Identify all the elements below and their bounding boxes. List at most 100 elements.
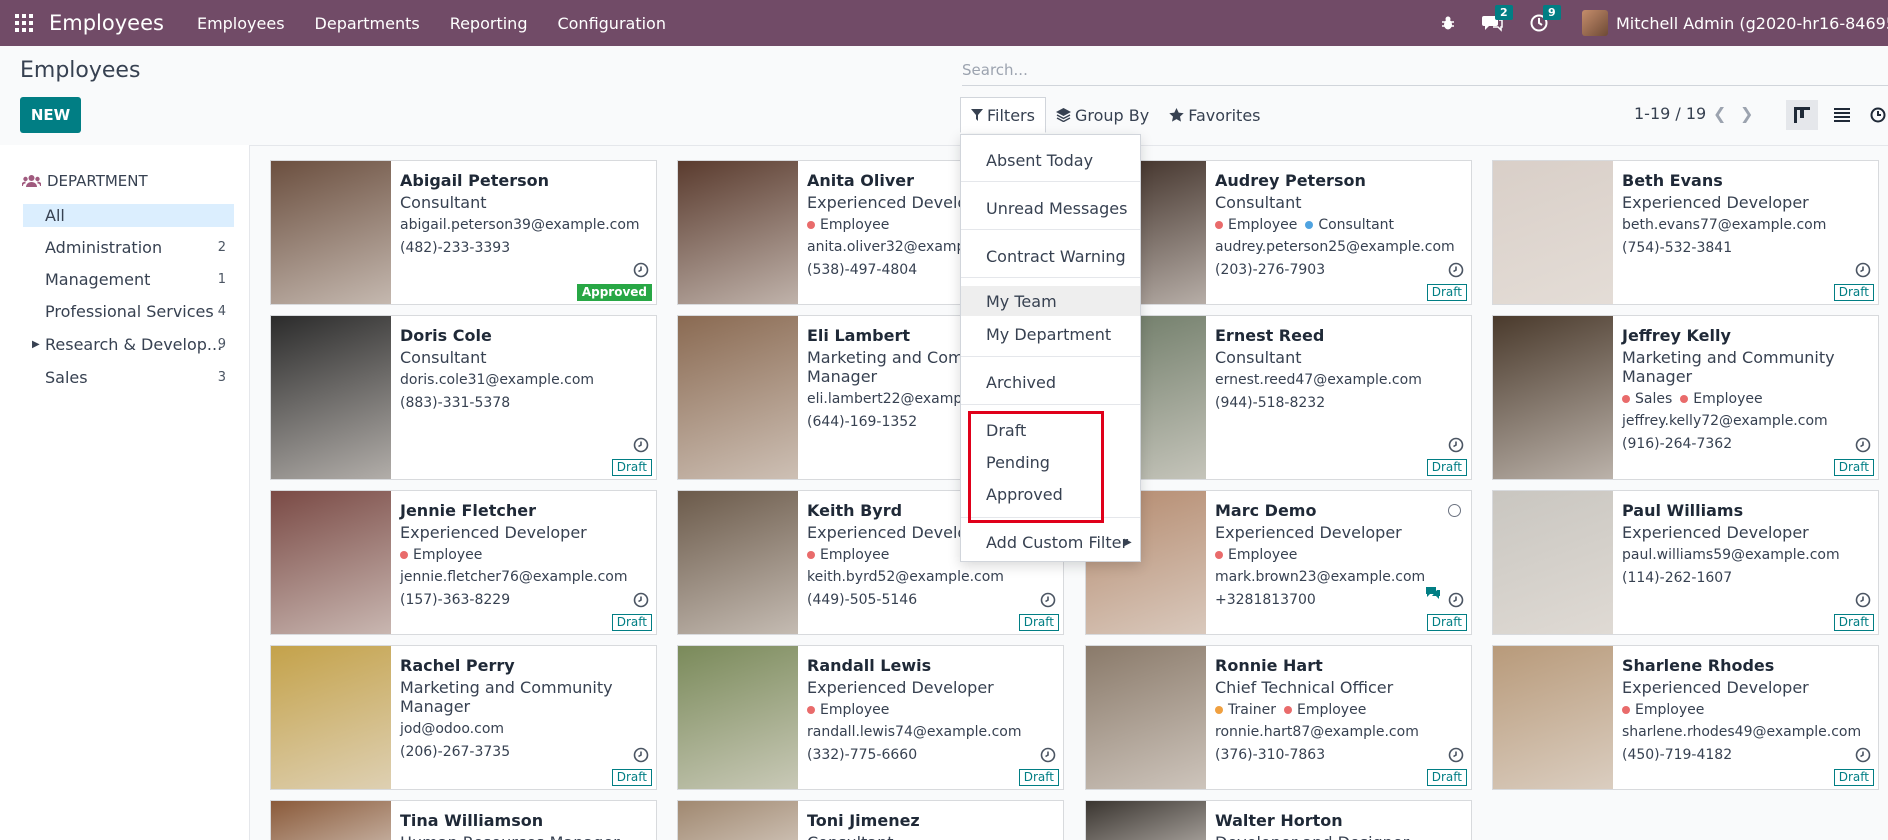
employee-email: jennie.fletcher76@example.com: [400, 569, 628, 585]
activity-clock-icon[interactable]: [1855, 747, 1871, 763]
activity-clock-icon[interactable]: [633, 592, 649, 608]
tag-label: Employee: [1296, 702, 1367, 718]
employee-tags: Trainer Employee: [1215, 701, 1463, 719]
employee-card[interactable]: Beth Evans Experienced Developer beth.evan…: [1492, 160, 1879, 305]
employee-card[interactable]: Rachel Perry Marketing and Community Mana…: [270, 645, 657, 790]
employee-email: abigail.peterson39@example.com: [400, 217, 640, 233]
employee-phone: (754)-532-3841: [1622, 240, 1733, 256]
employee-name: Sharlene Rhodes: [1622, 656, 1775, 675]
employee-photo: [1086, 646, 1206, 789]
sidebar-item-professional-services[interactable]: Professional Services 4: [23, 300, 234, 323]
employee-card[interactable]: Ernest Reed Consultant ernest.reed47@examp…: [1085, 315, 1472, 480]
activity-clock-icon[interactable]: [1855, 437, 1871, 453]
employee-card[interactable]: Randall Lewis Experienced Developer Employ…: [677, 645, 1064, 790]
employee-card[interactable]: Toni Jimenez Consultant: [677, 800, 1064, 840]
activity-clock-icon[interactable]: [1448, 437, 1464, 453]
employee-email: audrey.peterson25@example.com: [1215, 239, 1455, 255]
status-badge: Draft: [1426, 284, 1467, 301]
layers-icon: [1055, 108, 1071, 122]
activity-clock-icon[interactable]: [1448, 592, 1464, 608]
activity-clock-icon[interactable]: [633, 437, 649, 453]
messages-icon[interactable]: 2: [1482, 5, 1513, 32]
employee-name: Jeffrey Kelly: [1622, 326, 1731, 345]
activity-clock-icon[interactable]: [1448, 747, 1464, 763]
sidebar-item-research-development[interactable]: ▶ Research & Develop... 9: [23, 333, 234, 356]
search-box: [962, 56, 1888, 86]
pager-next-icon[interactable]: ❯: [1740, 104, 1753, 123]
sidebar-item-all[interactable]: All: [23, 204, 234, 227]
tag-color-dot: [1622, 395, 1630, 403]
debug-bug-icon[interactable]: [1440, 15, 1456, 31]
apps-grid-icon[interactable]: [15, 14, 33, 32]
status-badge: Draft: [1833, 769, 1874, 786]
activity-clock-icon[interactable]: [633, 747, 649, 763]
filter-my-department[interactable]: My Department: [961, 319, 1140, 349]
activity-clock-icon[interactable]: [633, 262, 649, 278]
tag-label: Employee: [820, 217, 890, 233]
filter-contract-warning[interactable]: Contract Warning: [961, 241, 1140, 271]
list-view-button[interactable]: [1826, 100, 1858, 130]
activity-clock-icon[interactable]: [1448, 262, 1464, 278]
pager-value[interactable]: 1-19 / 19: [1634, 104, 1706, 123]
filter-absent-today[interactable]: Absent Today: [961, 145, 1140, 175]
employee-card[interactable]: Paul Williams Experienced Developer paul.w…: [1492, 490, 1879, 635]
new-button[interactable]: NEW: [20, 97, 81, 133]
filter-unread-messages[interactable]: Unread Messages: [961, 193, 1140, 223]
group-by-button[interactable]: Group By: [1046, 97, 1159, 133]
list-icon: [1834, 108, 1850, 122]
employee-tag: Employee: [1283, 702, 1367, 718]
filters-button[interactable]: Filters: [960, 97, 1046, 133]
employee-card[interactable]: Abigail Peterson Consultant abigail.peters…: [270, 160, 657, 305]
chat-bubble-icon[interactable]: [1425, 585, 1441, 604]
filter-archived[interactable]: Archived: [961, 367, 1140, 397]
employee-photo: [271, 316, 391, 479]
employee-info: Ronnie Hart Chief Technical Officer Traine…: [1215, 656, 1463, 764]
sidebar-item-sales[interactable]: Sales 3: [23, 366, 234, 389]
tag-label: Employee: [1693, 391, 1763, 407]
filter-add-custom[interactable]: Add Custom Filter ▶: [961, 527, 1140, 557]
status-badge: Draft: [1833, 284, 1874, 301]
employee-card[interactable]: Marc Demo Experienced Developer Employee ma…: [1085, 490, 1472, 635]
tag-label: Trainer: [1228, 702, 1276, 718]
employee-name: Ernest Reed: [1215, 326, 1325, 345]
employee-card[interactable]: Audrey Peterson Consultant Employee Consult…: [1085, 160, 1472, 305]
sidebar-item-administration[interactable]: Administration 2: [23, 236, 234, 259]
activity-view-button[interactable]: [1862, 100, 1888, 130]
kanban-icon: [1794, 107, 1810, 123]
page-title: Employees: [20, 58, 141, 83]
employee-card[interactable]: Jeffrey Kelly Marketing and Community Man…: [1492, 315, 1879, 480]
employee-info: Beth Evans Experienced Developer beth.evan…: [1622, 171, 1870, 257]
menu-departments[interactable]: Departments: [315, 14, 420, 33]
employee-card[interactable]: Ronnie Hart Chief Technical Officer Traine…: [1085, 645, 1472, 790]
menu-reporting[interactable]: Reporting: [450, 14, 528, 33]
user-avatar[interactable]: [1582, 10, 1608, 36]
activity-clock-icon[interactable]: [1040, 747, 1056, 763]
employee-photo: [1493, 161, 1613, 304]
employee-card[interactable]: Jennie Fletcher Experienced Developer Empl…: [270, 490, 657, 635]
activities-clock-icon[interactable]: 9: [1530, 5, 1561, 32]
pager-prev-icon[interactable]: ❮: [1713, 104, 1726, 123]
employee-card[interactable]: Sharlene Rhodes Experienced Developer Empl…: [1492, 645, 1879, 790]
activity-clock-icon[interactable]: [1855, 592, 1871, 608]
employee-info: Doris Cole Consultant doris.cole31@example…: [400, 326, 648, 412]
user-name[interactable]: Mitchell Admin (g2020-hr16-846956: [1616, 14, 1888, 33]
favorites-button[interactable]: Favorites: [1159, 97, 1270, 133]
employee-tags: Employee: [1622, 701, 1870, 719]
kanban-view-button[interactable]: [1786, 100, 1818, 130]
employee-photo: [271, 801, 391, 840]
expand-caret-icon[interactable]: ▶: [32, 339, 40, 350]
activity-clock-icon[interactable]: [1040, 592, 1056, 608]
filter-my-team[interactable]: My Team: [961, 286, 1140, 316]
employee-card[interactable]: Doris Cole Consultant doris.cole31@example…: [270, 315, 657, 480]
status-badge: Draft: [1018, 769, 1059, 786]
app-title[interactable]: Employees: [49, 11, 164, 35]
menu-configuration[interactable]: Configuration: [557, 14, 666, 33]
menu-employees[interactable]: Employees: [197, 14, 285, 33]
activity-clock-icon[interactable]: [1855, 262, 1871, 278]
sidebar-item-management[interactable]: Management 1: [23, 268, 234, 291]
highlight-box: [968, 411, 1104, 523]
employee-card[interactable]: Tina Williamson Human Resources Manager: [270, 800, 657, 840]
employee-card[interactable]: Walter Horton Developer and Designer: [1085, 800, 1472, 840]
sidebar-item-count: 3: [217, 370, 226, 385]
search-input[interactable]: [962, 56, 1888, 84]
